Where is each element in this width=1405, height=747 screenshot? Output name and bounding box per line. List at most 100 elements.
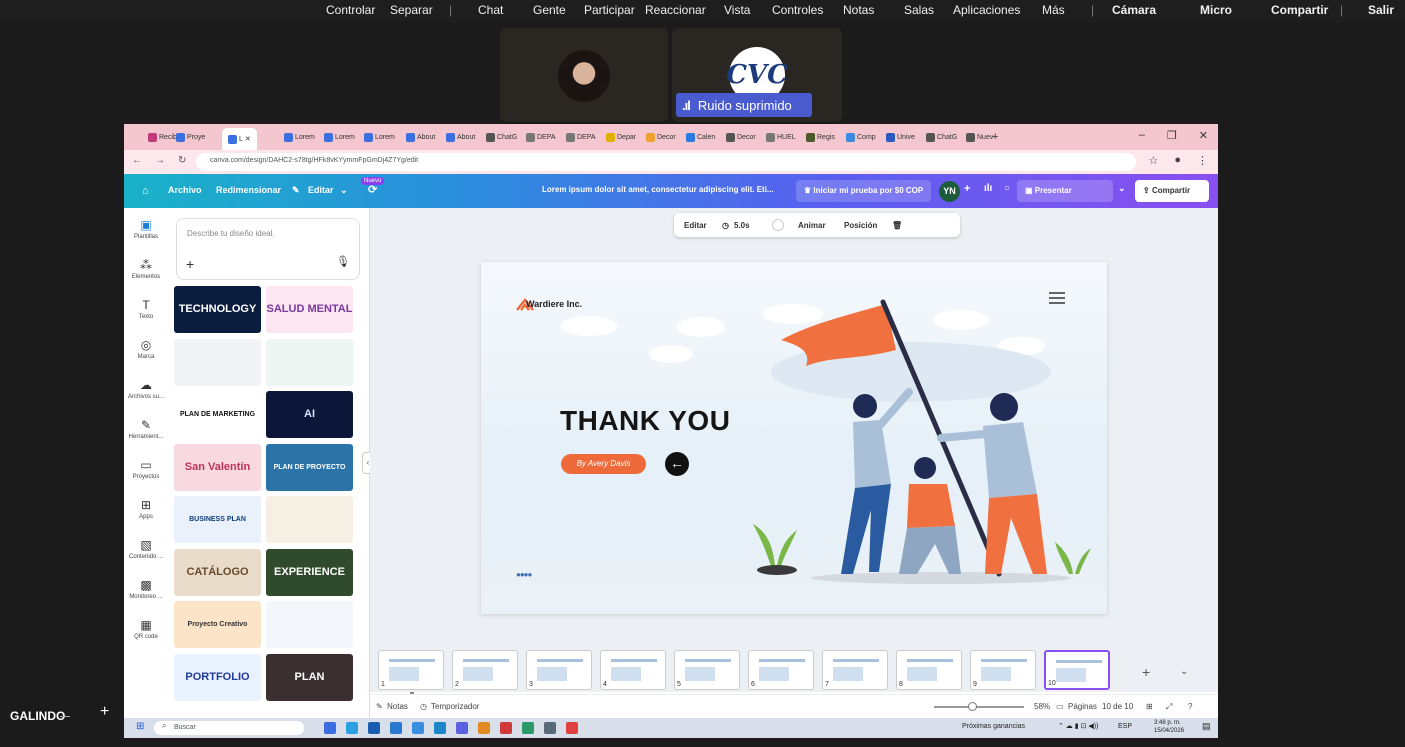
menu-separar[interactable]: Separar xyxy=(390,3,433,17)
browser-tab[interactable]: Depar xyxy=(606,128,636,146)
browser-tab[interactable]: About xyxy=(446,128,475,146)
edit-menu[interactable]: Editar xyxy=(308,185,334,195)
menu-gente[interactable]: Gente xyxy=(533,3,566,17)
menu-salas[interactable]: Salas xyxy=(904,3,934,17)
share-screen-button[interactable]: Compartir xyxy=(1271,3,1328,17)
menu-icon[interactable]: ⋮ xyxy=(1197,154,1208,167)
template-thumbnail[interactable]: San Valentín xyxy=(174,443,261,491)
zoom-value[interactable]: 58% xyxy=(1034,702,1050,711)
notification-icon[interactable]: ▤ xyxy=(1202,721,1211,732)
template-thumbnail[interactable]: EXPERIENCE xyxy=(266,548,353,596)
app-icon[interactable] xyxy=(522,722,534,734)
rail-item[interactable]: ✎ Herramient... xyxy=(124,418,168,440)
browser-tab[interactable]: Unive xyxy=(886,128,915,146)
describe-input[interactable]: Describe tu diseño ideal. xyxy=(176,218,360,280)
zoom-slider[interactable] xyxy=(934,706,1024,708)
camera-button[interactable]: Cámara xyxy=(1112,3,1156,17)
browser-tab[interactable]: Lorem xyxy=(364,128,395,146)
forward-icon[interactable]: → xyxy=(155,155,165,166)
app-icon[interactable] xyxy=(390,722,402,734)
rail-item[interactable]: T Texto xyxy=(124,298,168,320)
page-thumbnail[interactable]: 5 xyxy=(674,650,740,690)
task-view-icon[interactable] xyxy=(324,722,336,734)
browser-tab[interactable]: Lorem xyxy=(284,128,315,146)
rail-item[interactable]: ▧ Contenido ... xyxy=(124,538,168,560)
rail-item[interactable]: ⊞ Apps xyxy=(124,498,168,520)
close-icon[interactable]: ✕ xyxy=(1199,129,1208,142)
browser-tab[interactable]: ChatG xyxy=(926,128,957,146)
menu-chat[interactable]: Chat xyxy=(478,3,503,17)
rail-item[interactable]: ⁂ Elementos xyxy=(124,258,168,280)
browser-tab[interactable]: ChatG xyxy=(486,128,517,146)
browser-tab[interactable]: Comp xyxy=(846,128,876,146)
position-button[interactable]: Posición xyxy=(844,221,877,230)
design-title[interactable]: Lorem ipsum dolor sit amet, consectetur … xyxy=(542,185,774,194)
avatar[interactable]: YN xyxy=(939,181,960,202)
page-thumbnail[interactable]: 8 xyxy=(896,650,962,690)
browser-tab[interactable]: Decor xyxy=(646,128,676,146)
menu-vista[interactable]: Vista xyxy=(724,3,750,17)
new-tab-icon[interactable]: + xyxy=(992,128,998,146)
page-thumbnail[interactable]: 2 xyxy=(452,650,518,690)
template-thumbnail[interactable]: CATÁLOGO xyxy=(174,548,261,596)
menu-aplicaciones[interactable]: Aplicaciones xyxy=(953,3,1020,17)
minimize-icon[interactable]: – xyxy=(1139,129,1145,142)
page-thumbnail[interactable]: 3 xyxy=(526,650,592,690)
help-icon[interactable]: ? xyxy=(1188,702,1192,711)
browser-tab[interactable]: Recib xyxy=(148,128,177,146)
menu-controles[interactable]: Controles xyxy=(772,3,823,17)
windows-start-icon[interactable]: ⊞ xyxy=(136,721,144,732)
menu-reaccionar[interactable]: Reaccionar xyxy=(645,3,706,17)
trash-icon[interactable]: 🗑 xyxy=(892,221,902,230)
mic-button[interactable]: Micro xyxy=(1200,3,1232,17)
browser-tab[interactable]: About xyxy=(406,128,435,146)
template-thumbnail[interactable] xyxy=(266,338,353,386)
plus-icon[interactable]: + xyxy=(186,256,194,272)
app-icon[interactable] xyxy=(456,722,468,734)
back-icon[interactable]: ← xyxy=(132,155,142,166)
template-thumbnail[interactable] xyxy=(266,601,353,648)
browser-tab[interactable]: Calen xyxy=(686,128,715,146)
browser-tab[interactable]: DEPA xyxy=(526,128,556,146)
edit-button[interactable]: Editar xyxy=(684,221,707,230)
browser-tab[interactable]: Lorem xyxy=(324,128,355,146)
trial-button[interactable]: ♛ Iniciar mi prueba por $0 COP xyxy=(796,180,932,202)
color-swatch[interactable] xyxy=(772,219,784,231)
clock[interactable]: 3:48 p. m. 15/04/2026 xyxy=(1154,719,1184,735)
resize-menu[interactable]: Redimensionar xyxy=(216,185,281,195)
template-thumbnail[interactable]: PLAN xyxy=(266,653,353,701)
menu-notas[interactable]: Notas xyxy=(843,3,874,17)
fullscreen-icon[interactable]: ⤢ xyxy=(1166,702,1172,712)
template-thumbnail[interactable]: PLAN DE MARKETING xyxy=(174,391,261,438)
browser-tab[interactable]: L ✕ xyxy=(222,128,257,150)
template-thumbnail[interactable]: PORTFOLIO xyxy=(174,653,261,701)
app-icon[interactable] xyxy=(434,722,446,734)
app-icon[interactable] xyxy=(346,722,358,734)
browser-tab[interactable]: Proye xyxy=(176,128,205,146)
menu-mas[interactable]: Más xyxy=(1042,3,1065,17)
app-icon[interactable] xyxy=(368,722,380,734)
timer-button[interactable]: Temporizador xyxy=(431,702,479,711)
add-icon[interactable]: + xyxy=(100,703,109,721)
close-tab-icon[interactable]: ✕ xyxy=(245,135,251,143)
byline-pill[interactable]: By Avery Davis xyxy=(561,454,646,474)
template-thumbnail[interactable]: AI xyxy=(266,391,353,438)
page-thumbnail[interactable]: 7 xyxy=(822,650,888,690)
template-thumbnail[interactable] xyxy=(266,496,353,543)
tray-icons[interactable]: ⌃ ☁ ▮ ⊡ ◀)) xyxy=(1058,722,1098,730)
earnings-widget[interactable]: Próximas ganancias xyxy=(962,723,1025,730)
url-input[interactable]: canva.com/design/DAHC2-s78tg/HFk8vKYymmF… xyxy=(196,153,1136,171)
chevron-down-icon[interactable]: ⌄ xyxy=(1118,183,1126,194)
template-thumbnail[interactable]: Proyecto Creativo xyxy=(174,601,261,648)
template-thumbnail[interactable]: TECHNOLOGY xyxy=(174,286,261,333)
page-thumbnail[interactable]: 9 xyxy=(970,650,1036,690)
zoom-slider-thumb[interactable] xyxy=(968,702,977,711)
template-thumbnail[interactable] xyxy=(174,338,261,386)
page-thumbnail[interactable]: 10 xyxy=(1044,650,1110,690)
duration-button[interactable]: 5.0s xyxy=(734,221,750,230)
file-menu[interactable]: Archivo xyxy=(168,185,202,195)
add-icon[interactable]: + xyxy=(964,183,970,195)
template-thumbnail[interactable]: BUSINESS PLAN xyxy=(174,496,261,543)
add-page-icon[interactable]: + xyxy=(1142,664,1150,680)
browser-tab[interactable]: Regis xyxy=(806,128,835,146)
